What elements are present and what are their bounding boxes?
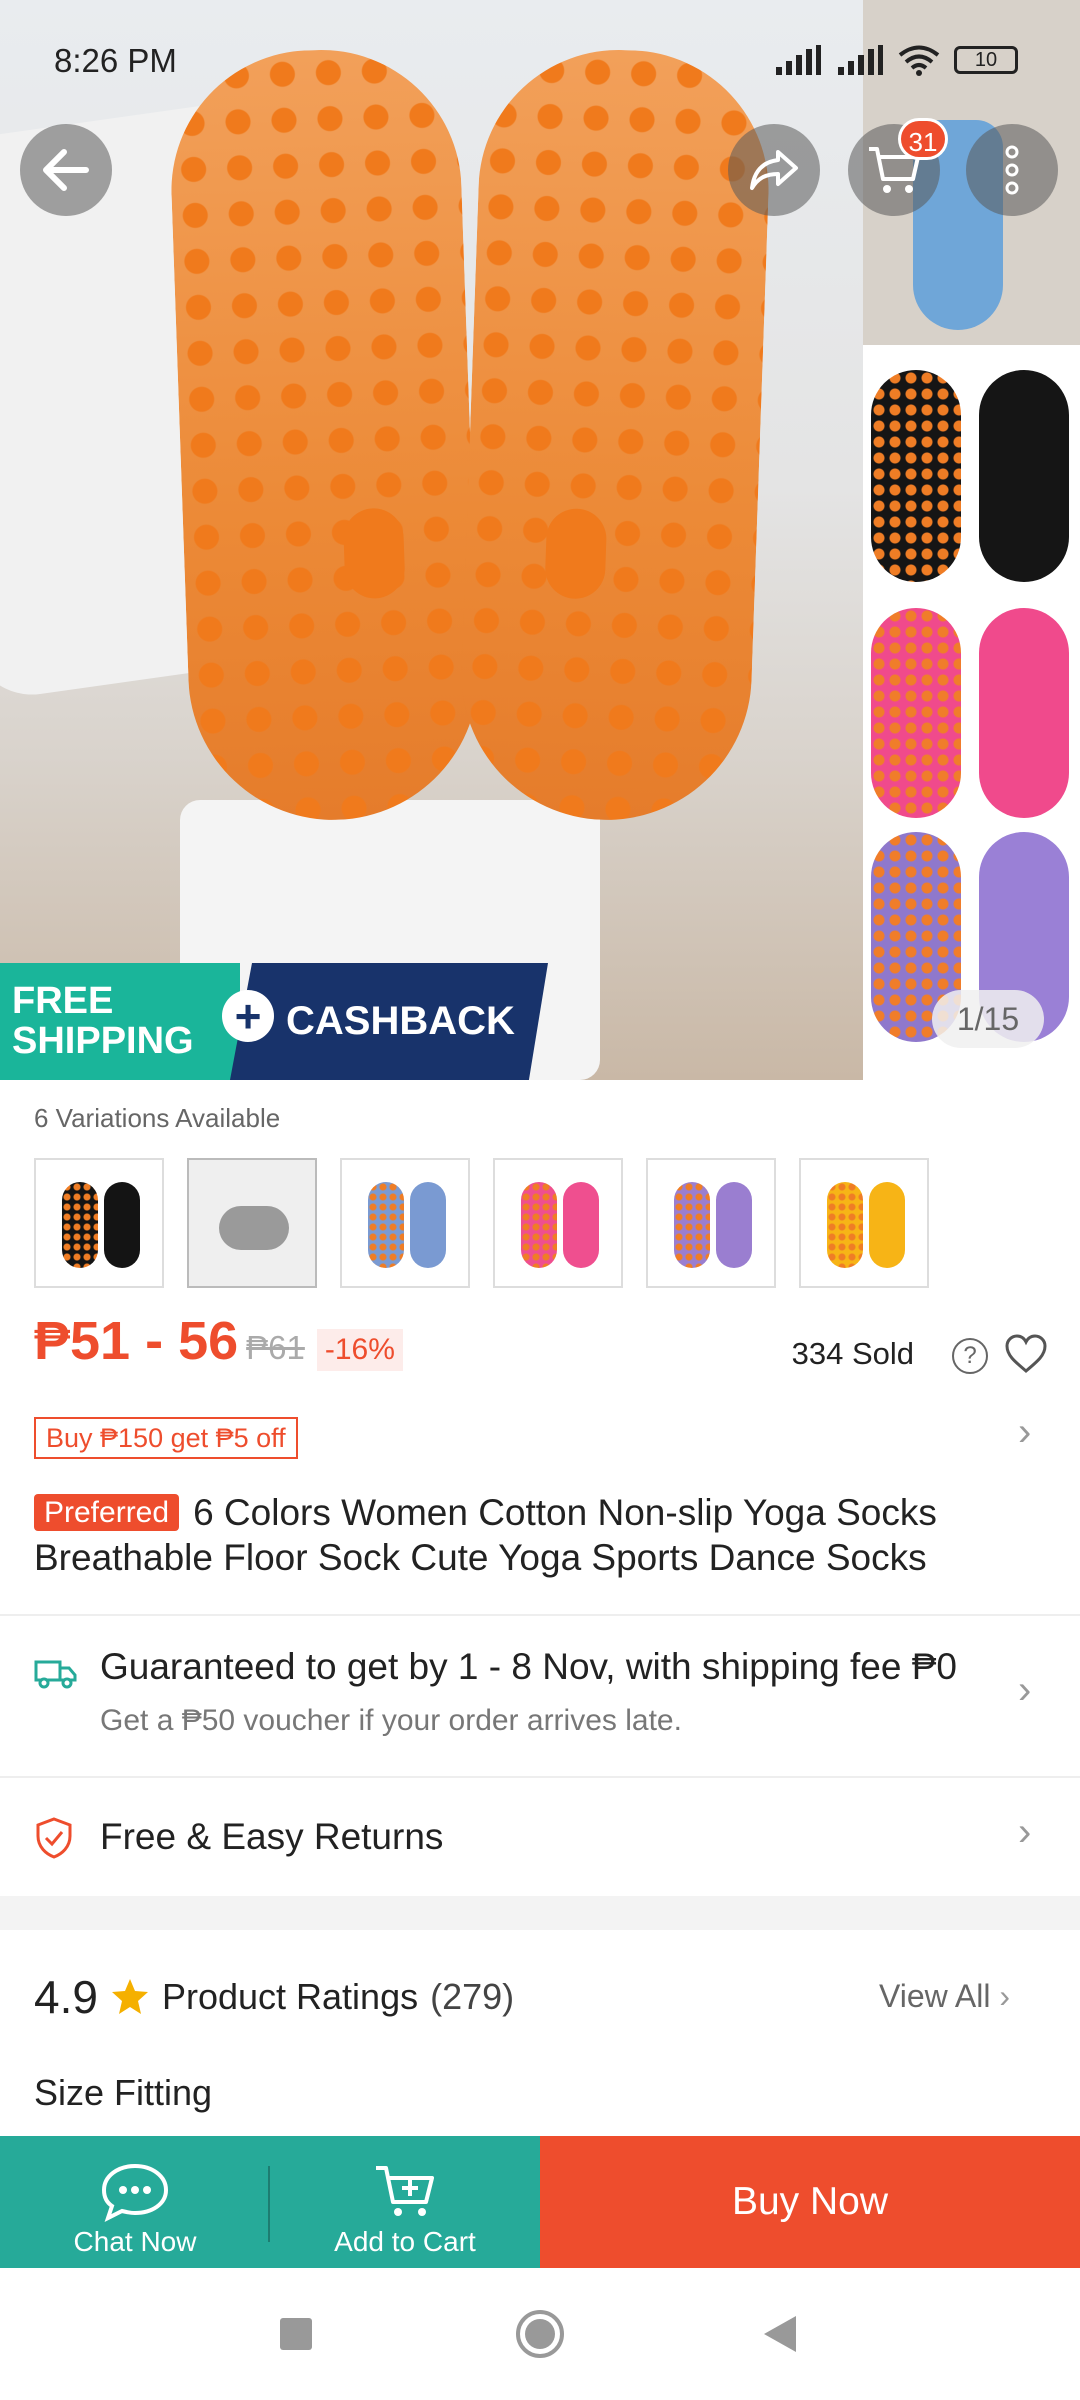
recent-apps-icon[interactable] [278,2316,314,2352]
banner-free-text: FREE [12,980,114,1022]
ratings-count: (279) [430,1976,515,2017]
help-icon[interactable]: ? [952,1338,988,1374]
cashback-banner: CASHBACK [230,963,548,1080]
star-icon [111,1979,148,2014]
ratings-row: 4.9 Product Ratings (279) [34,1970,514,2024]
price-range: ₱51 - 56 [34,1311,239,1371]
price-row: ₱51 - 56 ₱61 -16% [34,1310,403,1372]
signal-icon-2 [838,45,883,75]
shipping-guarantee: Guaranteed to get by 1 - 8 Nov, with shi… [100,1646,957,1687]
left-sock [166,45,484,825]
chevron-right-icon[interactable]: › [1018,1668,1031,1713]
rating-score: 4.9 [34,1971,98,2023]
divider [0,1614,1080,1616]
status-icons: 10 [774,44,1018,76]
view-all-link[interactable]: View All › [879,1978,1010,2015]
variations-label: 6 Variations Available [34,1103,281,1133]
original-price: ₱61 [246,1329,305,1366]
heart-icon[interactable] [1004,1334,1048,1374]
sold-count: 334 Sold [791,1336,914,1371]
more-vertical-icon [1005,145,1019,195]
ratings-label: Product Ratings [161,1976,419,2017]
section-gap [0,1896,1080,1930]
free-shipping-banner: FREE SHIPPING [0,963,240,1080]
discount-badge: -16% [316,1329,403,1371]
variation-thumb-purple[interactable] [646,1158,776,1288]
chevron-right-icon: › [999,1978,1010,2014]
add-cart-icon [376,2166,434,2216]
home-icon[interactable] [515,2309,565,2359]
size-fitting-label: Size Fitting [34,2072,213,2113]
banner-cashback-text: CASHBACK [286,999,515,1043]
side-image-pink [863,600,1080,825]
wifi-icon [898,45,940,76]
variation-thumb-pink[interactable] [493,1158,623,1288]
variation-thumbnails [34,1158,929,1288]
add-to-cart-label: Add to Cart [334,2226,476,2257]
share-icon [750,150,798,190]
share-button[interactable] [728,124,820,216]
plus-icon: + [222,990,274,1042]
chat-now-label: Chat Now [73,2226,197,2257]
battery-icon: 10 [954,46,1018,74]
more-options-button[interactable] [966,124,1058,216]
buy-now-button[interactable]: Buy Now [540,2136,1080,2268]
chat-icon [101,2163,169,2222]
variation-thumb-blue[interactable] [340,1158,470,1288]
shipping-voucher-note: Get a ₱50 voucher if your order arrives … [100,1704,682,1737]
back-nav-icon[interactable] [762,2314,798,2354]
system-nav-bar [0,2268,1080,2400]
arrow-left-icon [43,149,89,191]
cart-count-badge: 31 [898,118,948,160]
status-time: 8:26 PM [54,42,177,79]
cart-button[interactable]: 31 [848,118,948,216]
buy-now-label: Buy Now [731,2180,889,2223]
bottom-bar-separator [268,2166,270,2242]
add-to-cart-button[interactable]: Add to Cart [270,2136,540,2268]
free-returns[interactable]: Free & Easy Returns [100,1816,443,1858]
variation-thumb-black[interactable] [34,1158,164,1288]
status-bar: 8:26 PM 10 [0,0,1080,120]
view-all-label: View All [878,1978,991,2014]
back-button[interactable] [20,124,112,216]
bottom-action-bar: Chat Now Add to Cart Buy Now [0,2136,1080,2268]
chevron-right-icon[interactable]: › [1018,1810,1031,1855]
variation-thumb-yellow[interactable] [799,1158,929,1288]
chat-now-button[interactable]: Chat Now [0,2136,270,2268]
variation-thumb-grey[interactable] [187,1158,317,1288]
right-sock [456,45,774,825]
shield-check-icon [36,1817,72,1859]
chevron-right-icon[interactable]: › [1018,1410,1031,1455]
truck-icon [34,1660,77,1689]
preferred-badge: Preferred [34,1494,180,1531]
side-image-black [863,352,1080,592]
banner-shipping-text: SHIPPING [12,1020,194,1062]
signal-icon [776,45,821,75]
voucher-tag[interactable]: Buy ₱150 get ₱5 off [34,1417,298,1459]
image-counter: 1/15 [932,990,1044,1048]
product-title-block: Preferred 6 Colors Women Cotton Non-slip … [34,1490,1044,1580]
divider [0,1776,1080,1778]
